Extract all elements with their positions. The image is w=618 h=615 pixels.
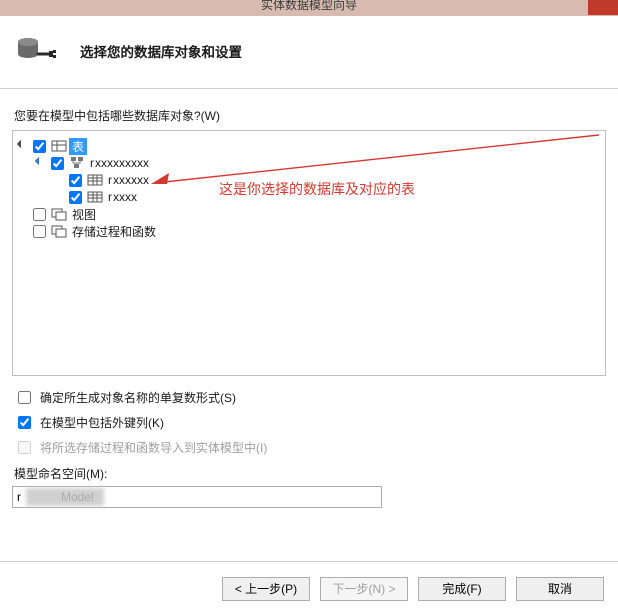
label-import: 将所选存储过程和函数导入到实体模型中(I) xyxy=(40,439,267,456)
object-tree[interactable]: 这是你选择的数据库及对应的表 表 xyxy=(12,130,606,376)
tree-label-table-item[interactable]: rxxxxxx xyxy=(105,173,152,187)
tree-node-views[interactable]: 视图 xyxy=(17,206,601,222)
table-icon xyxy=(87,173,103,187)
next-button: 下一步(N) > xyxy=(320,577,408,601)
tree-node-procs[interactable]: 存储过程和函数 xyxy=(17,223,601,239)
namespace-label: 模型命名空间(M): xyxy=(14,465,606,482)
option-import: 将所选存储过程和函数导入到实体模型中(I) xyxy=(14,438,606,457)
database-icon xyxy=(16,36,60,66)
option-plural[interactable]: 确定所生成对象名称的单复数形式(S) xyxy=(14,388,606,407)
tree-label-table-item[interactable]: rxxxx xyxy=(105,190,140,204)
annotation-text: 这是你选择的数据库及对应的表 xyxy=(219,179,415,199)
tree-label-schema[interactable]: rxxxxxxxxx xyxy=(87,156,152,170)
label-fk: 在模型中包括外键列(K) xyxy=(40,414,164,431)
prev-button[interactable]: < 上一步(P) xyxy=(222,577,310,601)
checkbox-tables[interactable] xyxy=(33,140,46,153)
prompt-label: 您要在模型中包括哪些数据库对象?(W) xyxy=(14,107,606,124)
checkbox-views[interactable] xyxy=(33,208,46,221)
checkbox-import xyxy=(18,441,31,454)
checkbox-fk[interactable] xyxy=(18,416,31,429)
option-fk[interactable]: 在模型中包括外键列(K) xyxy=(14,413,606,432)
title-bar: 实体数据模型向导 xyxy=(0,0,618,16)
tables-icon xyxy=(51,139,67,153)
tree-label-tables[interactable]: 表 xyxy=(69,138,87,155)
checkbox-table-item[interactable] xyxy=(69,174,82,187)
checkbox-procs[interactable] xyxy=(33,225,46,238)
table-icon xyxy=(87,190,103,204)
tree-label-procs[interactable]: 存储过程和函数 xyxy=(69,223,159,240)
checkbox-table-item[interactable] xyxy=(69,191,82,204)
close-button[interactable] xyxy=(588,0,618,15)
schema-icon xyxy=(69,156,85,170)
namespace-input[interactable] xyxy=(12,486,382,508)
button-bar: < 上一步(P) 下一步(N) > 完成(F) 取消 xyxy=(0,561,618,615)
cancel-button[interactable]: 取消 xyxy=(516,577,604,601)
label-plural: 确定所生成对象名称的单复数形式(S) xyxy=(40,389,236,406)
finish-button[interactable]: 完成(F) xyxy=(418,577,506,601)
divider xyxy=(0,88,618,89)
expand-icon[interactable] xyxy=(17,141,27,151)
views-icon xyxy=(51,207,67,221)
checkbox-plural[interactable] xyxy=(18,391,31,404)
checkbox-schema[interactable] xyxy=(51,157,64,170)
expand-icon[interactable] xyxy=(35,158,45,168)
page-title: 选择您的数据库对象和设置 xyxy=(80,41,242,61)
window-title: 实体数据模型向导 xyxy=(261,0,357,12)
wizard-header: 选择您的数据库对象和设置 xyxy=(0,16,618,88)
tree-label-views[interactable]: 视图 xyxy=(69,206,99,223)
procs-icon xyxy=(51,224,67,238)
